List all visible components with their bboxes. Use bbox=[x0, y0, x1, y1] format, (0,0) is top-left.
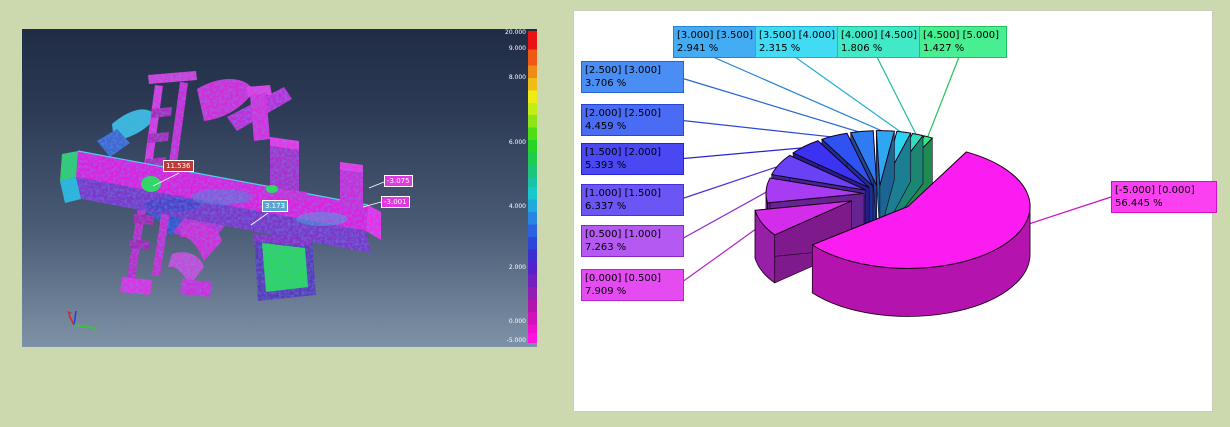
pie-label-pct: 2.941 % bbox=[677, 42, 757, 55]
colorbar-tick: -5.000 bbox=[507, 338, 526, 344]
colorbar-tick: 6.000 bbox=[509, 140, 526, 146]
screenshot-canvas: x 11.536 3.173 -3.075 -3.001 20.000 9.00… bbox=[0, 0, 1230, 427]
leader-line bbox=[877, 57, 917, 136]
pie-callout-label: [2.000] [2.500] 4.459 % bbox=[581, 104, 684, 136]
pie-callout-label: [1.000] [1.500] 6.337 % bbox=[581, 184, 684, 216]
3d-viewer-panel[interactable]: x 11.536 3.173 -3.075 -3.001 20.000 9.00… bbox=[22, 29, 537, 347]
pie-callout-label: [4.500] [5.000] 1.427 % bbox=[919, 26, 1007, 58]
leader-line bbox=[713, 57, 885, 132]
pie-label-pct: 7.263 % bbox=[585, 241, 680, 254]
measurement-label[interactable]: -3.075 bbox=[384, 175, 413, 187]
pie-callout-label: [3.500] [4.000] 2.315 % bbox=[755, 26, 843, 58]
pie-slices bbox=[755, 131, 1030, 317]
pie-callout-label: [2.500] [3.000] 3.706 % bbox=[581, 61, 684, 93]
pie-label-pct: 3.706 % bbox=[585, 77, 680, 90]
pie-callout-label: [3.000] [3.500] 2.941 % bbox=[673, 26, 761, 58]
pie-chart-panel: [-5.000] [0.000] 56.445 % [0.000] [0.500… bbox=[573, 10, 1213, 412]
pie-label-range: [3.500] [4.000] bbox=[759, 29, 839, 42]
pie-label-pct: 5.393 % bbox=[585, 159, 680, 172]
pie-label-range: [4.500] [5.000] bbox=[923, 29, 1003, 42]
pie-label-range: [-5.000] [0.000] bbox=[1115, 184, 1213, 197]
pie-label-pct: 2.315 % bbox=[759, 42, 839, 55]
pie-callout-label: [0.500] [1.000] 7.263 % bbox=[581, 225, 684, 257]
colorbar-tick: 0.000 bbox=[509, 319, 526, 325]
pie-label-pct: 1.427 % bbox=[923, 42, 1003, 55]
color-scale-bar bbox=[528, 31, 537, 343]
pie-callout-label: [4.000] [4.500] 1.806 % bbox=[837, 26, 925, 58]
pie-label-pct: 4.459 % bbox=[585, 120, 680, 133]
pie-callout-label: [1.500] [2.000] 5.393 % bbox=[581, 143, 684, 175]
pie-label-range: [0.500] [1.000] bbox=[585, 228, 680, 241]
leader-line bbox=[795, 57, 903, 134]
leader-line bbox=[678, 223, 765, 285]
svg-text:x: x bbox=[98, 330, 101, 336]
pie-label-pct: 1.806 % bbox=[841, 42, 921, 55]
leader-line bbox=[1019, 197, 1111, 227]
pie-label-range: [0.000] [0.500] bbox=[585, 272, 680, 285]
measurement-label[interactable]: 3.173 bbox=[262, 200, 288, 212]
measurement-label[interactable]: 11.536 bbox=[163, 160, 194, 172]
pie-label-pct: 56.445 % bbox=[1115, 197, 1213, 210]
leader-line bbox=[678, 120, 835, 137]
pie-label-pct: 6.337 % bbox=[585, 200, 680, 213]
pointcloud-noise-green bbox=[60, 71, 381, 301]
pie-callout-label: [0.000] [0.500] 7.909 % bbox=[581, 269, 684, 301]
leader-line bbox=[927, 57, 959, 138]
pie-label-range: [1.500] [2.000] bbox=[585, 146, 680, 159]
pie-label-range: [3.000] [3.500] bbox=[677, 29, 757, 42]
pie-label-pct: 7.909 % bbox=[585, 285, 680, 298]
colorbar-tick: 4.000 bbox=[509, 204, 526, 210]
pie-label-range: [2.000] [2.500] bbox=[585, 107, 680, 120]
colorbar-tick: 8.000 bbox=[509, 75, 526, 81]
pie-callout-label: [-5.000] [0.000] 56.445 % bbox=[1111, 181, 1217, 213]
3d-structure-scene[interactable]: x bbox=[22, 29, 537, 347]
axis-triad-icon: x bbox=[67, 311, 101, 336]
pie-label-range: [2.500] [3.000] bbox=[585, 64, 680, 77]
colorbar-tick: 9.000 bbox=[509, 46, 526, 52]
colorbar-tick: 2.000 bbox=[509, 265, 526, 271]
pie-label-range: [1.000] [1.500] bbox=[585, 187, 680, 200]
measurement-label[interactable]: -3.001 bbox=[381, 196, 410, 208]
colorbar-tick: 20.000 bbox=[505, 30, 526, 36]
pie-label-range: [4.000] [4.500] bbox=[841, 29, 921, 42]
